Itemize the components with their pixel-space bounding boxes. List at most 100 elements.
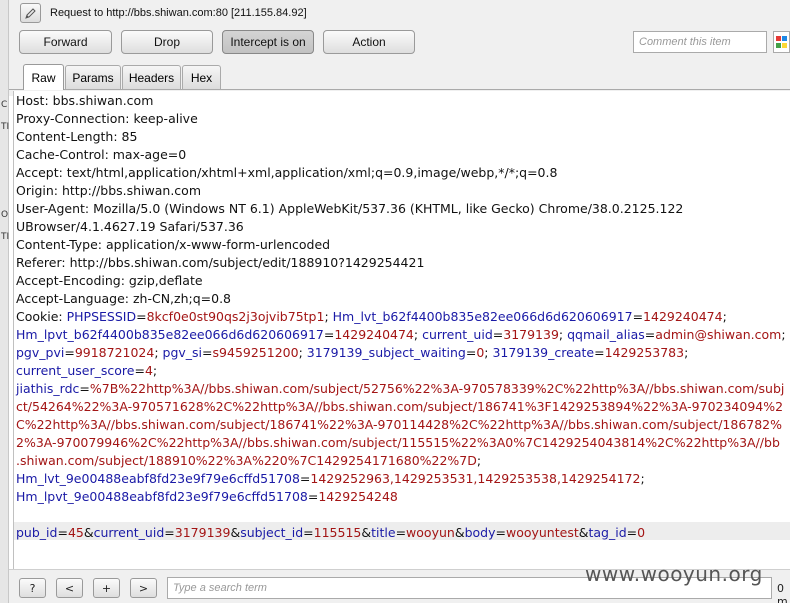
comment-input[interactable]: Comment this item [633, 31, 767, 53]
cookie-line: Hm_lpvt_9e00488eabf8fd23e9f79e6cffd51708… [16, 488, 398, 506]
tab-raw[interactable]: Raw [23, 64, 64, 90]
param-name: subject_id [240, 525, 304, 540]
param-value: wooyuntest [505, 525, 579, 540]
param-name: 3179139_create [492, 345, 595, 360]
cookie-line: Hm_lpvt_b62f4400b835e82ee066d6d620606917… [16, 326, 786, 344]
intercept-toggle-button[interactable]: Intercept is on [222, 30, 314, 54]
param-name: title [371, 525, 396, 540]
param-value: .shiwan.com/subject/188910%22%3A%220%7C1… [16, 453, 477, 468]
previous-match-button[interactable]: < [56, 578, 83, 598]
param-value: 2%3A-970079946%2C%22http%3A//bbs.shiwan.… [16, 435, 780, 450]
param-name: current_user_score [16, 363, 135, 378]
separator: ; [476, 453, 482, 468]
param-name: jiathis_rdc [16, 381, 80, 396]
request-title: Request to http://bbs.shiwan.com:80 [211… [50, 7, 307, 19]
tab-hex[interactable]: Hex [182, 65, 221, 89]
cookie-line: Hm_lvt_9e00488eabf8fd23e9f79e6cffd51708=… [16, 470, 645, 488]
header-line: Cache-Control: max-age=0 [16, 147, 187, 162]
separator: ; [558, 327, 568, 342]
param-value: 4 [144, 363, 153, 378]
param-equals: = [57, 525, 68, 540]
header-line: Accept: text/html,application/xhtml+xml,… [16, 165, 558, 180]
param-name: Hm_lvt_b62f4400b835e82ee066d6d620606917 [332, 309, 633, 324]
param-equals: = [164, 525, 175, 540]
param-equals: = [79, 381, 90, 396]
param-value: admin@shiwan.com [655, 327, 782, 342]
param-value: 45 [67, 525, 84, 540]
header-line: Content-Type: application/x-www-form-url… [16, 237, 331, 252]
drop-button[interactable]: Drop [121, 30, 213, 54]
action-button[interactable]: Action [323, 30, 415, 54]
param-value: 0 [637, 525, 646, 540]
param-name: pub_id [16, 525, 58, 540]
param-equals: = [303, 525, 314, 540]
separator: ; [640, 471, 645, 486]
header-line: Accept-Language: zh-CN,zh;q=0.8 [16, 291, 232, 306]
param-name: current_uid [93, 525, 165, 540]
raw-request-editor[interactable]: Host: bbs.shiwan.com Proxy-Connection: ke… [13, 91, 790, 569]
param-equals: = [594, 345, 605, 360]
side-letter: C [1, 100, 8, 110]
param-value: 1429253783 [604, 345, 685, 360]
param-value: %7B%22http%3A//bbs.shiwan.com/subject/52… [89, 381, 785, 396]
param-name: pgv_si [162, 345, 203, 360]
param-equals: = [307, 489, 319, 504]
forward-button[interactable]: Forward [19, 30, 112, 54]
param-equals: = [465, 345, 477, 360]
param-equals: = [492, 327, 504, 342]
param-value: 8kcf0e0st90qs2j3ojvib75tp1 [146, 309, 325, 324]
color-swatch-green-icon [776, 43, 781, 48]
help-button[interactable]: ? [19, 578, 46, 598]
param-equals: = [632, 309, 644, 324]
cookie-label: Cookie: [16, 309, 67, 324]
side-letter: TI [1, 232, 10, 242]
color-swatch-blue-icon [782, 36, 787, 41]
tab-headers[interactable]: Headers [122, 65, 181, 89]
param-name: qqmail_alias [567, 327, 645, 342]
param-value: 1429240474 [643, 309, 723, 324]
param-value: C%22http%3A//bbs.shiwan.com/subject/1867… [16, 417, 783, 432]
next-match-button[interactable]: > [130, 578, 157, 598]
tab-params[interactable]: Params [65, 65, 121, 89]
header-line: UBrowser/4.1.4627.19 Safari/537.36 [16, 219, 244, 234]
param-equals: = [136, 309, 147, 324]
cookie-line: jiathis_rdc=%7B%22http%3A//bbs.shiwan.co… [16, 380, 784, 398]
separator: ; [781, 327, 786, 342]
color-swatch-red-icon [776, 36, 781, 41]
cookie-line: Cookie: PHPSESSID=8kcf0e0st90qs2j3ojvib7… [16, 308, 727, 326]
param-name: current_uid [422, 327, 493, 342]
param-equals: = [644, 327, 656, 342]
cookie-line: current_user_score=4; [16, 362, 157, 380]
param-value: wooyun [406, 525, 455, 540]
separator: ; [152, 363, 158, 378]
tab-divider [9, 89, 790, 90]
param-equals: = [299, 471, 311, 486]
header-line: Origin: http://bbs.shiwan.com [16, 183, 201, 198]
param-equals: = [202, 345, 213, 360]
separator: ; [413, 327, 423, 342]
match-count: 0 m [777, 582, 788, 603]
separator: ; [722, 309, 727, 324]
param-value: 9918721024 [74, 345, 155, 360]
separator: & [230, 525, 241, 540]
cookie-line: pgv_pvi=9918721024; pgv_si=s9459251200; … [16, 344, 688, 362]
param-equals: = [395, 525, 407, 540]
request-body-line: pub_id=45&current_uid=3179139&subject_id… [16, 524, 645, 542]
cookie-line: ct/54264%22%3A-970571628%2C%22http%3A//b… [16, 398, 783, 416]
cookie-line: 2%3A-970079946%2C%22http%3A//bbs.shiwan.… [16, 434, 780, 452]
side-letter: O [1, 210, 9, 220]
param-name: PHPSESSID [66, 309, 137, 324]
separator: ; [298, 345, 307, 360]
param-equals: = [495, 525, 506, 540]
param-value: 3179139 [174, 525, 231, 540]
param-value: ct/54264%22%3A-970571628%2C%22http%3A//b… [16, 399, 784, 414]
param-name: body [464, 525, 496, 540]
param-name: tag_id [588, 525, 627, 540]
add-button[interactable]: + [93, 578, 120, 598]
param-value: 1429252963,1429253531,1429253538,1429254… [310, 471, 641, 486]
left-panel-edge: C TI O TI [0, 0, 9, 603]
side-letter: TI [1, 122, 10, 132]
separator: & [361, 525, 372, 540]
highlight-color-picker[interactable] [773, 31, 790, 53]
edit-pencil-icon[interactable] [20, 3, 41, 23]
